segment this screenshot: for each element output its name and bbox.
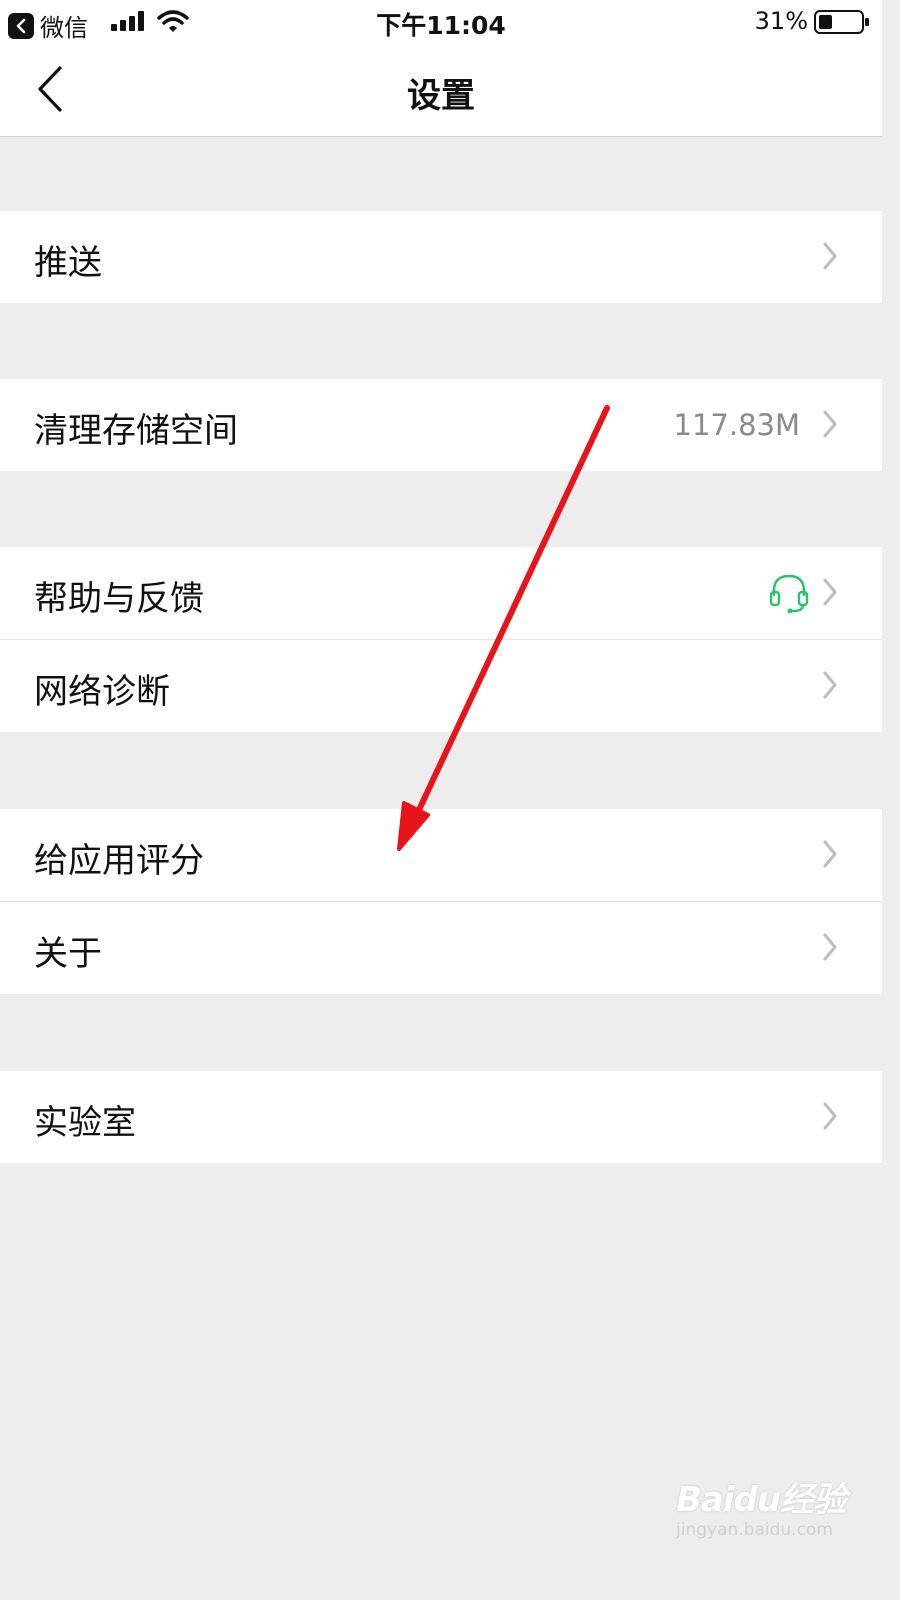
settings-group-labs: 实验室 xyxy=(0,1071,882,1163)
page-title: 设置 xyxy=(407,76,475,116)
watermark: Baidu经验 jingyan.baidu.com xyxy=(676,1472,847,1540)
settings-item-push[interactable]: 推送 xyxy=(0,211,882,303)
settings-item-about[interactable]: 关于 xyxy=(0,901,882,994)
chevron-right-icon xyxy=(823,1102,837,1130)
watermark-logo: Baidu经验 xyxy=(676,1480,847,1520)
settings-item-help-feedback[interactable]: 帮助与反馈 xyxy=(0,547,882,639)
chevron-right-icon xyxy=(823,671,837,699)
chevron-right-icon xyxy=(823,410,837,438)
settings-item-labs[interactable]: 实验室 xyxy=(0,1071,882,1163)
settings-group-help: 帮助与反馈 网络诊断 xyxy=(0,547,882,732)
settings-group-push: 推送 xyxy=(0,211,882,303)
settings-item-label: 关于 xyxy=(34,934,102,974)
nav-bar: 设置 xyxy=(0,46,882,137)
status-time: 下午11:04 xyxy=(376,11,506,40)
storage-size-value: 117.83M xyxy=(673,408,801,442)
settings-item-label: 清理存储空间 xyxy=(34,411,238,451)
watermark-url: jingyan.baidu.com xyxy=(676,1520,833,1540)
battery-icon xyxy=(814,10,869,34)
settings-item-clear-storage[interactable]: 清理存储空间 117.83M xyxy=(0,379,882,471)
chevron-right-icon xyxy=(823,242,837,270)
battery-percent: 31% xyxy=(754,7,808,35)
settings-group-storage: 清理存储空间 117.83M xyxy=(0,379,882,471)
settings-item-label: 实验室 xyxy=(34,1103,136,1143)
settings-item-network-diagnosis[interactable]: 网络诊断 xyxy=(0,639,882,732)
settings-item-label: 网络诊断 xyxy=(34,672,170,712)
settings-item-label: 给应用评分 xyxy=(34,841,204,881)
settings-item-label: 帮助与反馈 xyxy=(34,579,204,619)
chevron-right-icon xyxy=(823,933,837,961)
chevron-right-icon xyxy=(823,578,837,606)
settings-item-label: 推送 xyxy=(34,243,102,283)
settings-item-rate-app[interactable]: 给应用评分 xyxy=(0,809,882,901)
status-bar: 微信 下午11:04 31% xyxy=(0,0,882,46)
headset-icon xyxy=(769,574,809,614)
settings-group-about: 给应用评分 关于 xyxy=(0,809,882,994)
chevron-right-icon xyxy=(823,840,837,868)
